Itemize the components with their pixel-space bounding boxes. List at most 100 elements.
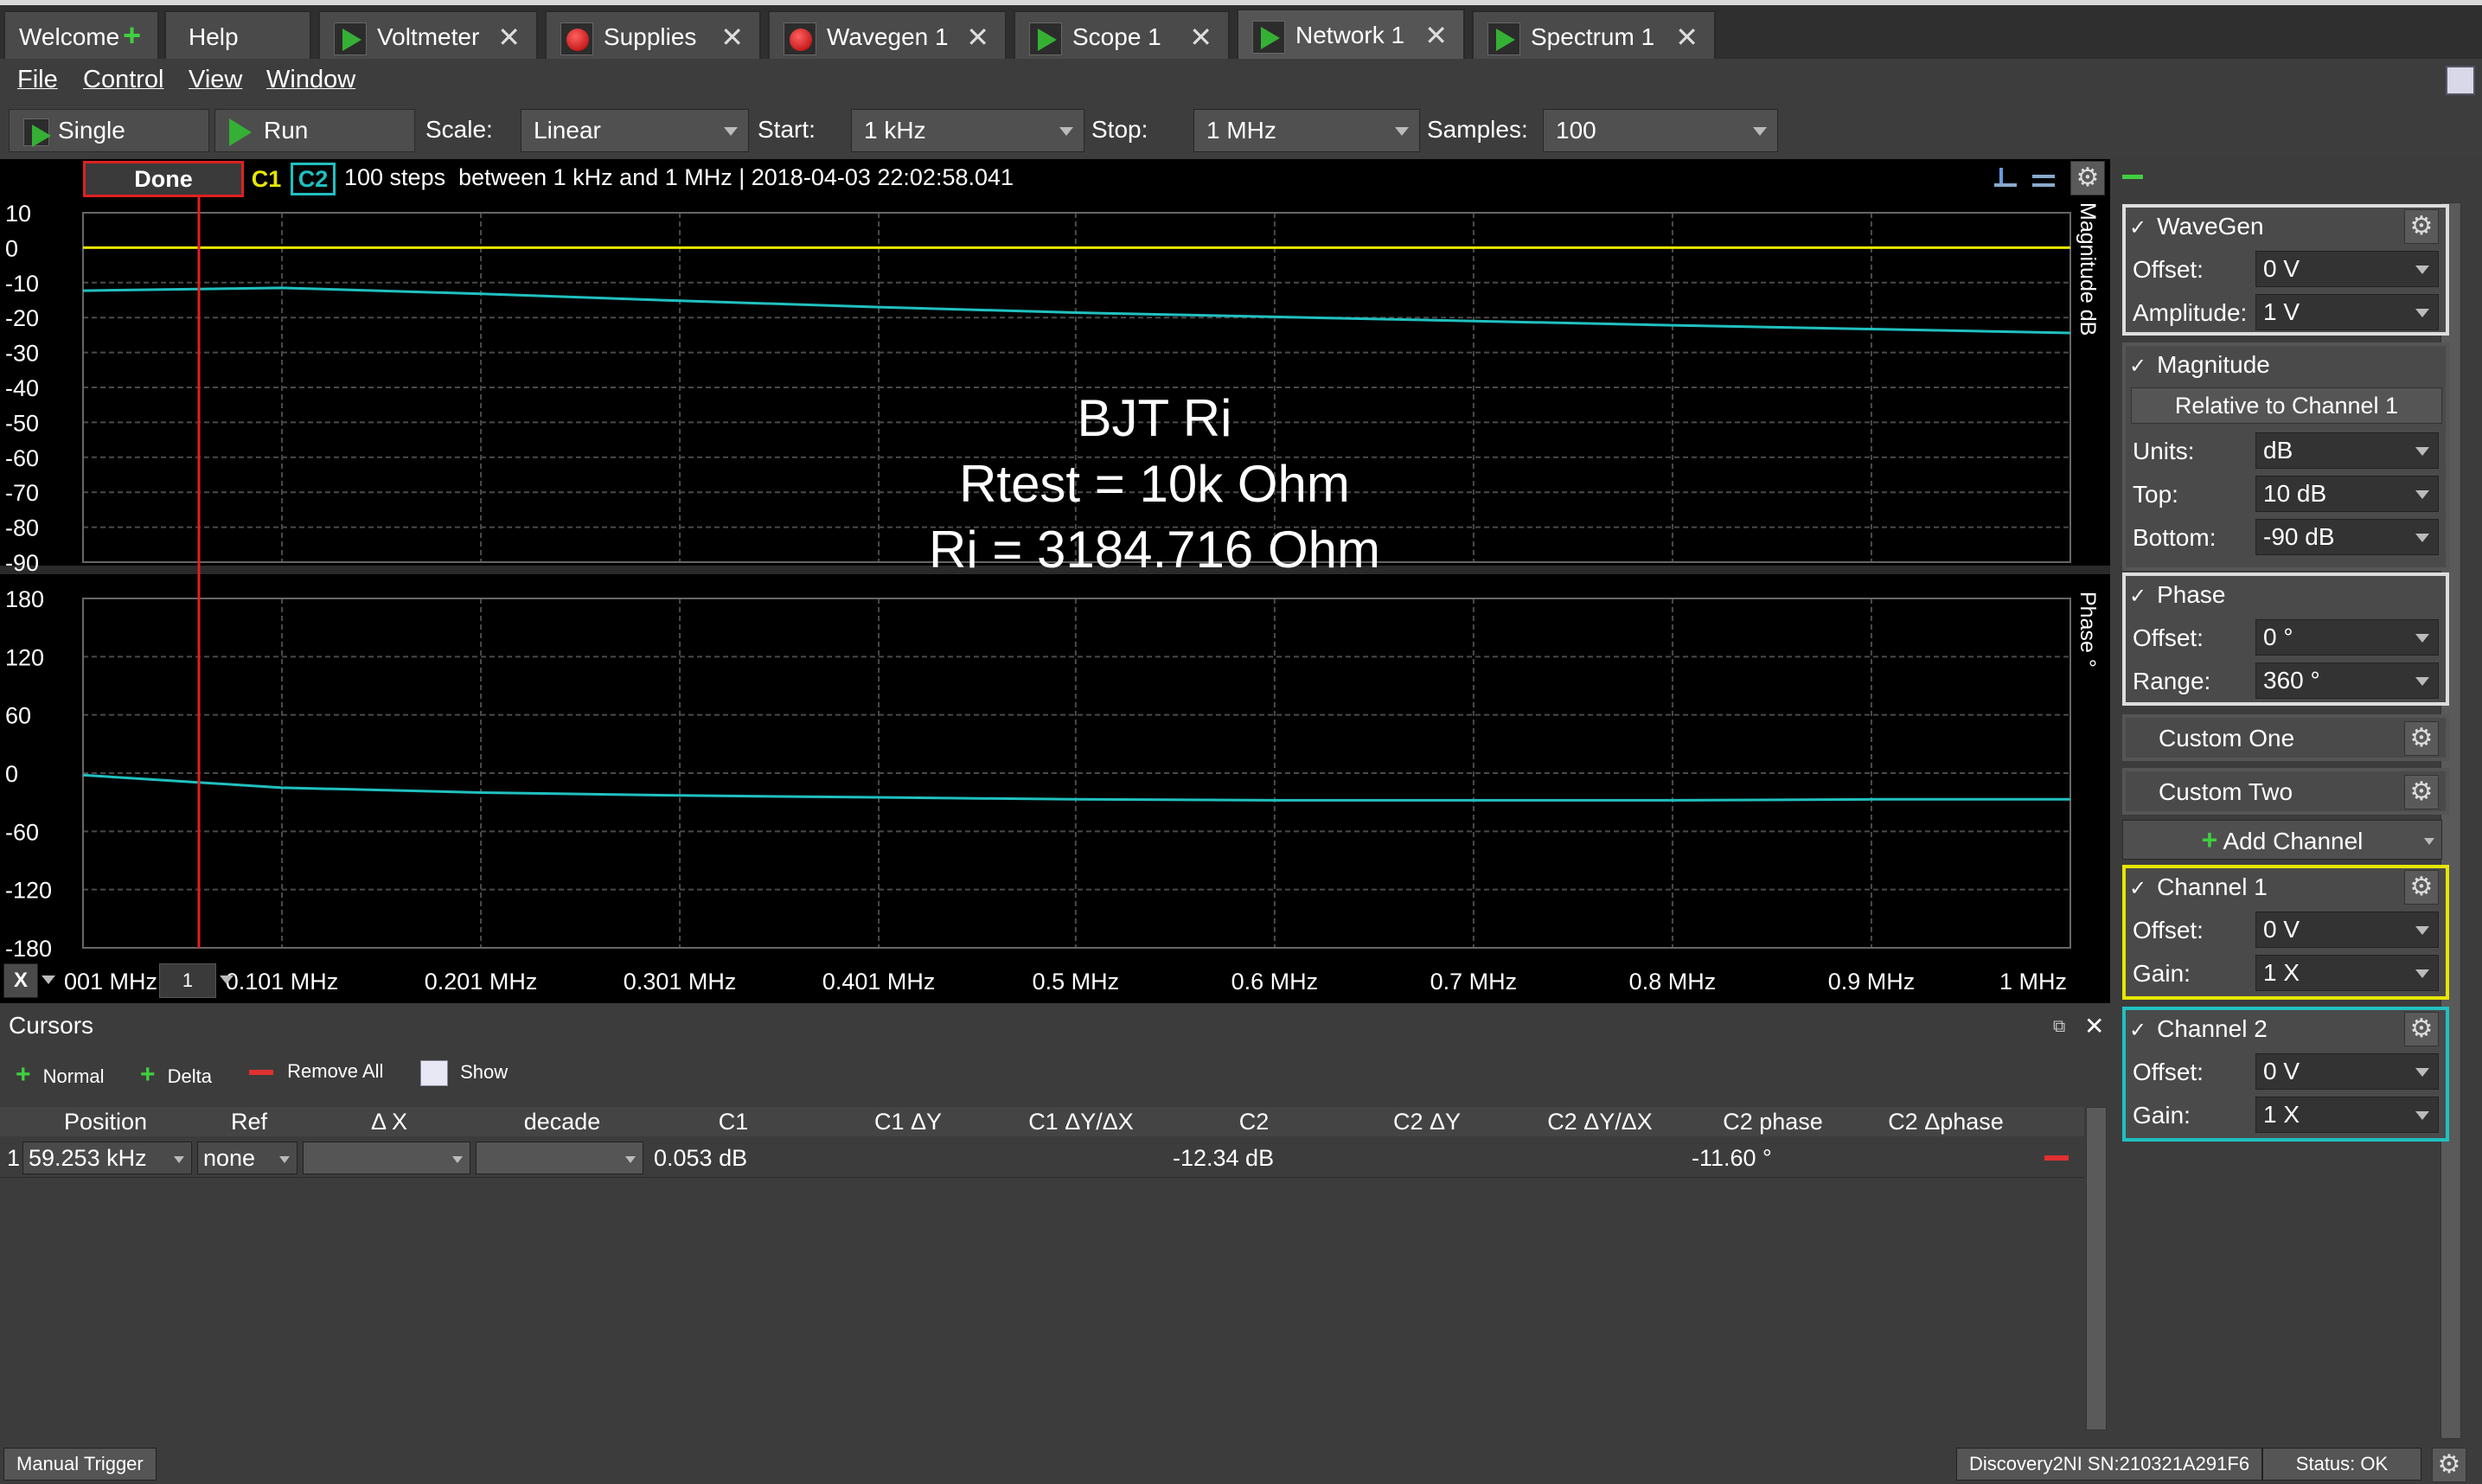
stop-select[interactable]: 1 MHz [1193, 109, 1420, 152]
units-select[interactable]: dB [2255, 432, 2439, 469]
phase-tick-label: 0 [5, 761, 18, 787]
tab-spectrum[interactable]: Spectrum 1 ✕ [1472, 10, 1716, 62]
remove-all-button[interactable]: Remove All [249, 1060, 383, 1083]
close-icon[interactable]: ✕ [1189, 12, 1212, 62]
close-icon[interactable]: ✕ [720, 12, 744, 62]
position-select[interactable]: 59.253 kHz [22, 1142, 192, 1174]
delta-x-select[interactable] [303, 1142, 470, 1174]
tab-welcome[interactable]: Welcome + [3, 10, 159, 62]
start-select[interactable]: 1 kHz [851, 109, 1084, 152]
window-icon[interactable] [2446, 66, 2475, 95]
top-value: 10 dB [2263, 480, 2327, 507]
gear-icon[interactable]: ⚙ [2404, 721, 2439, 756]
close-icon[interactable]: ✕ [1424, 10, 1448, 61]
c1-badge[interactable]: C1 [249, 163, 284, 195]
check-icon[interactable]: ✓ [2129, 585, 2146, 608]
channel-1-offset-select[interactable]: 0 V [2255, 912, 2439, 948]
device-info[interactable]: Discovery2NI SN:210321A291F6 [1956, 1448, 2263, 1481]
gear-icon[interactable]: ⚙ [2404, 209, 2439, 244]
magnitude-header[interactable]: ✓ Magnitude [2129, 346, 2270, 384]
add-channel-button[interactable]: + Add Channel [2122, 820, 2442, 860]
status-bar: Manual Trigger Discovery2NI SN:210321A29… [0, 1441, 2482, 1484]
plot-area[interactable]: 10 0 -10 -20 -30 -40 -50 -60 -70 -80 -90 180 120 60 0 -… [0, 159, 2110, 1003]
chevron-down-icon[interactable] [220, 975, 233, 984]
gain-label: Gain: [2133, 960, 2191, 987]
chevron-down-icon [724, 127, 738, 136]
menu-file[interactable]: File [17, 66, 58, 94]
gear-icon[interactable]: ⚙ [2404, 775, 2439, 809]
menu-window[interactable]: Window [266, 66, 355, 94]
close-icon[interactable]: ✕ [497, 12, 521, 62]
check-icon[interactable]: ✓ [2129, 216, 2146, 240]
samples-value: 100 [1556, 117, 1596, 144]
gear-icon[interactable]: ⚙ [2404, 1012, 2439, 1046]
collapse-icon[interactable] [2122, 175, 2143, 179]
gear-icon[interactable]: ⚙ [2070, 161, 2105, 195]
wavegen-header[interactable]: ✓ WaveGen [2129, 208, 2264, 246]
phase-header[interactable]: ✓ Phase [2129, 576, 2226, 614]
check-icon[interactable]: ✓ [2129, 1019, 2146, 1042]
x-axis-button[interactable]: X [3, 963, 38, 998]
scale-select[interactable]: Linear [521, 109, 749, 152]
show-button[interactable]: Show [420, 1060, 508, 1086]
col-header: C2 phase [1723, 1109, 1823, 1135]
gear-icon[interactable]: ⚙ [2404, 870, 2439, 905]
col-header: C2 [1238, 1109, 1270, 1135]
autoscale-icon[interactable] [1991, 164, 2018, 192]
run-button[interactable]: Run [214, 109, 415, 152]
phase-range-select[interactable]: 360 ° [2255, 662, 2439, 699]
channel-2-offset-select[interactable]: 0 V [2255, 1053, 2439, 1090]
show-label: Show [460, 1060, 509, 1083]
chevron-down-icon [2415, 265, 2429, 274]
bottom-select[interactable]: -90 dB [2255, 519, 2439, 555]
range-value: 360 ° [2263, 667, 2320, 694]
custom-one-group[interactable]: Custom One ⚙ [2122, 714, 2449, 761]
add-channel-label: Add Channel [2223, 828, 2364, 854]
chevron-down-icon[interactable] [42, 975, 55, 984]
tab-supplies[interactable]: Supplies ✕ [545, 10, 761, 62]
wavegen-amplitude-select[interactable]: 1 V [2255, 294, 2439, 330]
normal-cursor-button[interactable]: + Normal [16, 1060, 105, 1090]
tab-help[interactable]: Help [164, 10, 311, 62]
cursor-table-scrollbar[interactable] [2086, 1107, 2107, 1430]
delta-cursor-button[interactable]: + Delta [140, 1060, 212, 1090]
tab-voltmeter[interactable]: Voltmeter ✕ [318, 10, 538, 62]
tab-scope[interactable]: Scope 1 ✕ [1014, 10, 1230, 62]
offset-label: Offset: [2133, 624, 2204, 651]
close-icon[interactable]: ✕ [966, 12, 989, 62]
gear-icon[interactable]: ⚙ [2432, 1448, 2466, 1482]
custom-two-group[interactable]: Custom Two ⚙ [2122, 768, 2449, 815]
menu-view[interactable]: View [189, 66, 242, 94]
phase-offset-select[interactable]: 0 ° [2255, 619, 2439, 656]
check-icon[interactable]: ✓ [2129, 877, 2146, 900]
ref-select[interactable]: none [197, 1142, 297, 1174]
menu-control[interactable]: Control [83, 66, 164, 94]
top-select[interactable]: 10 dB [2255, 476, 2439, 512]
close-icon[interactable]: ✕ [2084, 1012, 2104, 1040]
manual-trigger-button[interactable]: Manual Trigger [3, 1448, 157, 1481]
samples-select[interactable]: 100 [1543, 109, 1778, 152]
zoom-icon[interactable] [2029, 164, 2057, 192]
x-spinbox[interactable]: 1 [159, 963, 216, 998]
phase-tick-label: -180 [5, 936, 52, 962]
table-row[interactable]: 1 59.253 kHz none 0.053 dB -12.34 dB -11… [0, 1138, 2084, 1178]
channel-2-gain-select[interactable]: 1 X [2255, 1097, 2439, 1133]
chevron-down-icon [2415, 634, 2429, 643]
channel-1-header[interactable]: ✓ Channel 1 [2129, 868, 2268, 906]
range-label: Range: [2133, 668, 2211, 694]
channel-2-header[interactable]: ✓ Channel 2 [2129, 1010, 2268, 1048]
check-icon[interactable]: ✓ [2129, 355, 2146, 378]
x-tick-label: 0.201 MHz [425, 969, 538, 995]
decade-select[interactable] [476, 1142, 643, 1174]
single-button[interactable]: Single [9, 109, 209, 152]
c2-badge[interactable]: C2 [291, 163, 336, 195]
tab-wavegen[interactable]: Wavegen 1 ✕ [768, 10, 1007, 62]
tab-network[interactable]: Network 1 ✕ [1237, 9, 1465, 64]
float-icon[interactable]: ⧉ [2053, 1017, 2065, 1037]
chevron-down-icon [2415, 677, 2429, 686]
remove-cursor-icon[interactable] [2044, 1155, 2069, 1161]
wavegen-offset-select[interactable]: 0 V [2255, 251, 2439, 287]
close-icon[interactable]: ✕ [1675, 12, 1698, 62]
relative-to-channel-button[interactable]: Relative to Channel 1 [2131, 387, 2442, 424]
channel-1-gain-select[interactable]: 1 X [2255, 955, 2439, 991]
